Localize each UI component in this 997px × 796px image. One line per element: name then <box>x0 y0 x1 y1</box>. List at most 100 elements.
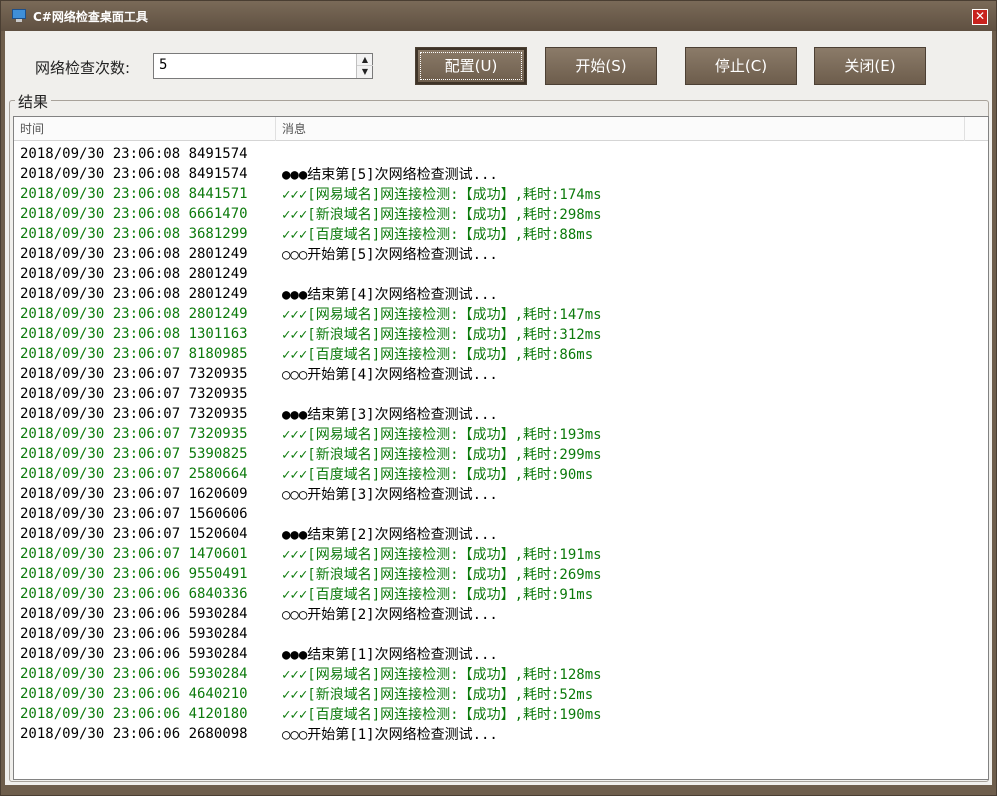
table-row[interactable]: 2018/09/30 23:06:08 2801249 ○○○开始第[5]次网络检… <box>14 244 988 264</box>
row-message-cell: ✓✓✓[百度域名]网连接检测:【成功】,耗时:86ms <box>282 347 594 363</box>
table-row[interactable]: 2018/09/30 23:06:08 2801249 <box>14 264 988 284</box>
table-row[interactable]: 2018/09/30 23:06:07 7320935 <box>14 384 988 404</box>
row-time-cell: 2018/09/30 23:06:08 8441571 <box>20 186 248 202</box>
row-time-cell: 2018/09/30 23:06:07 1520604 <box>20 526 248 542</box>
row-time-cell: 2018/09/30 23:06:06 5930284 <box>20 646 248 662</box>
table-row[interactable]: 2018/09/30 23:06:08 1301163 ✓✓✓[新浪域名]网连接检… <box>14 324 988 344</box>
row-message-cell: ✓✓✓[新浪域名]网连接检测:【成功】,耗时:269ms <box>282 567 602 583</box>
spin-up-button[interactable]: ▲ <box>357 54 373 66</box>
table-row[interactable]: 2018/09/30 23:06:06 5930284 ✓✓✓[网易域名]网连接检… <box>14 664 988 684</box>
row-message-cell: ●●●结束第[3]次网络检查测试... <box>282 407 498 423</box>
table-row[interactable]: 2018/09/30 23:06:08 3681299 ✓✓✓[百度域名]网连接检… <box>14 224 988 244</box>
row-time-cell: 2018/09/30 23:06:08 6661470 <box>20 206 248 222</box>
check-count-stepper[interactable]: 5 ▲ ▼ <box>153 53 373 79</box>
table-row[interactable]: 2018/09/30 23:06:07 8180985 ✓✓✓[百度域名]网连接检… <box>14 344 988 364</box>
table-row[interactable]: 2018/09/30 23:06:06 5930284 ○○○开始第[2]次网络检… <box>14 604 988 624</box>
row-message-cell: ✓✓✓[网易域名]网连接检测:【成功】,耗时:128ms <box>282 667 602 683</box>
row-message-cell: ○○○开始第[3]次网络检查测试... <box>282 487 498 503</box>
window-close-button[interactable]: ✕ <box>972 9 988 25</box>
row-message-cell: ○○○开始第[4]次网络检查测试... <box>282 367 498 383</box>
row-message-cell: ✓✓✓[百度域名]网连接检测:【成功】,耗时:190ms <box>282 707 602 723</box>
row-message-cell: ✓✓✓[百度域名]网连接检测:【成功】,耗时:88ms <box>282 227 594 243</box>
row-message-cell: ●●●结束第[2]次网络检查测试... <box>282 527 498 543</box>
table-row[interactable]: 2018/09/30 23:06:08 6661470 ✓✓✓[新浪域名]网连接检… <box>14 204 988 224</box>
table-row[interactable]: 2018/09/30 23:06:07 1560606 <box>14 504 988 524</box>
table-row[interactable]: 2018/09/30 23:06:07 1620609 ○○○开始第[3]次网络检… <box>14 484 988 504</box>
table-row[interactable]: 2018/09/30 23:06:08 8491574 <box>14 144 988 164</box>
table-row[interactable]: 2018/09/30 23:06:06 4640210 ✓✓✓[新浪域名]网连接检… <box>14 684 988 704</box>
stop-button[interactable]: 停止(C) <box>685 47 797 85</box>
list-header: 时间 消息 <box>14 117 988 141</box>
start-button[interactable]: 开始(S) <box>545 47 657 85</box>
table-row[interactable]: 2018/09/30 23:06:08 2801249 ✓✓✓[网易域名]网连接检… <box>14 304 988 324</box>
spin-down-button[interactable]: ▼ <box>357 66 373 78</box>
table-row[interactable]: 2018/09/30 23:06:06 5930284 <box>14 624 988 644</box>
column-header-time[interactable]: 时间 <box>14 117 276 141</box>
row-message-cell: ✓✓✓[新浪域名]网连接检测:【成功】,耗时:299ms <box>282 447 602 463</box>
row-time-cell: 2018/09/30 23:06:06 4640210 <box>20 686 248 702</box>
row-time-cell: 2018/09/30 23:06:06 5930284 <box>20 666 248 682</box>
row-message-cell: ✓✓✓[网易域名]网连接检测:【成功】,耗时:191ms <box>282 547 602 563</box>
table-row[interactable]: 2018/09/30 23:06:07 2580664 ✓✓✓[百度域名]网连接检… <box>14 464 988 484</box>
row-time-cell: 2018/09/30 23:06:07 1470601 <box>20 546 248 562</box>
row-time-cell: 2018/09/30 23:06:07 8180985 <box>20 346 248 362</box>
client-area: 网络检查次数: 5 ▲ ▼ 配置(U) 开始(S) 停止(C) 关闭(E) 结果… <box>5 31 992 785</box>
row-time-cell: 2018/09/30 23:06:08 3681299 <box>20 226 248 242</box>
table-row[interactable]: 2018/09/30 23:06:06 9550491 ✓✓✓[新浪域名]网连接检… <box>14 564 988 584</box>
row-message-cell: ✓✓✓[新浪域名]网连接检测:【成功】,耗时:312ms <box>282 327 602 343</box>
row-time-cell: 2018/09/30 23:06:06 2680098 <box>20 726 248 742</box>
row-time-cell: 2018/09/30 23:06:08 2801249 <box>20 286 248 302</box>
row-message-cell: ○○○开始第[2]次网络检查测试... <box>282 607 498 623</box>
check-count-value[interactable]: 5 <box>159 57 167 73</box>
results-list[interactable]: 时间 消息 2018/09/30 23:06:08 8491574 2018/09… <box>13 116 989 780</box>
status-bar <box>1 785 996 795</box>
row-time-cell: 2018/09/30 23:06:07 2580664 <box>20 466 248 482</box>
table-row[interactable]: 2018/09/30 23:06:06 5930284 ●●●结束第[1]次网络检… <box>14 644 988 664</box>
column-header-message[interactable]: 消息 <box>276 117 965 141</box>
app-window: C#网络检查桌面工具 ✕ 网络检查次数: 5 ▲ ▼ 配置(U) 开始(S) 停… <box>0 0 997 796</box>
row-message-cell: ✓✓✓[百度域名]网连接检测:【成功】,耗时:90ms <box>282 467 594 483</box>
row-message-cell: ✓✓✓[网易域名]网连接检测:【成功】,耗时:147ms <box>282 307 602 323</box>
column-header-filler <box>965 117 988 141</box>
window-title: C#网络检查桌面工具 <box>33 9 148 24</box>
table-row[interactable]: 2018/09/30 23:06:06 2680098 ○○○开始第[1]次网络检… <box>14 724 988 744</box>
row-time-cell: 2018/09/30 23:06:08 8491574 <box>20 146 248 162</box>
row-time-cell: 2018/09/30 23:06:07 7320935 <box>20 406 248 422</box>
row-message-cell: ●●●结束第[1]次网络检查测试... <box>282 647 498 663</box>
row-time-cell: 2018/09/30 23:06:07 7320935 <box>20 366 248 382</box>
table-row[interactable]: 2018/09/30 23:06:07 7320935 ○○○开始第[4]次网络检… <box>14 364 988 384</box>
row-time-cell: 2018/09/30 23:06:06 6840336 <box>20 586 248 602</box>
row-message-cell: ✓✓✓[新浪域名]网连接检测:【成功】,耗时:52ms <box>282 687 594 703</box>
table-row[interactable]: 2018/09/30 23:06:08 2801249 ●●●结束第[4]次网络检… <box>14 284 988 304</box>
row-message-cell: ✓✓✓[新浪域名]网连接检测:【成功】,耗时:298ms <box>282 207 602 223</box>
row-message-cell: ○○○开始第[1]次网络检查测试... <box>282 727 498 743</box>
row-time-cell: 2018/09/30 23:06:07 7320935 <box>20 386 248 402</box>
table-row[interactable]: 2018/09/30 23:06:06 6840336 ✓✓✓[百度域名]网连接检… <box>14 584 988 604</box>
spin-buttons: ▲ ▼ <box>356 54 373 78</box>
row-time-cell: 2018/09/30 23:06:08 2801249 <box>20 246 248 262</box>
row-time-cell: 2018/09/30 23:06:08 2801249 <box>20 306 248 322</box>
row-message-cell: ○○○开始第[5]次网络检查测试... <box>282 247 498 263</box>
row-time-cell: 2018/09/30 23:06:06 9550491 <box>20 566 248 582</box>
row-message-cell: ✓✓✓[网易域名]网连接检测:【成功】,耗时:193ms <box>282 427 602 443</box>
table-row[interactable]: 2018/09/30 23:06:07 5390825 ✓✓✓[新浪域名]网连接检… <box>14 444 988 464</box>
check-count-label: 网络检查次数: <box>35 59 131 77</box>
table-row[interactable]: 2018/09/30 23:06:06 4120180 ✓✓✓[百度域名]网连接检… <box>14 704 988 724</box>
row-message-cell: ●●●结束第[5]次网络检查测试... <box>282 167 498 183</box>
table-row[interactable]: 2018/09/30 23:06:07 1470601 ✓✓✓[网易域名]网连接检… <box>14 544 988 564</box>
table-row[interactable]: 2018/09/30 23:06:07 7320935 ✓✓✓[网易域名]网连接检… <box>14 424 988 444</box>
table-row[interactable]: 2018/09/30 23:06:07 1520604 ●●●结束第[2]次网络检… <box>14 524 988 544</box>
table-row[interactable]: 2018/09/30 23:06:08 8491574 ●●●结束第[5]次网络检… <box>14 164 988 184</box>
config-button[interactable]: 配置(U) <box>415 47 527 85</box>
table-row[interactable]: 2018/09/30 23:06:08 8441571 ✓✓✓[网易域名]网连接检… <box>14 184 988 204</box>
row-message-cell: ✓✓✓[网易域名]网连接检测:【成功】,耗时:174ms <box>282 187 602 203</box>
row-time-cell: 2018/09/30 23:06:08 2801249 <box>20 266 248 282</box>
row-time-cell: 2018/09/30 23:06:06 4120180 <box>20 706 248 722</box>
title-bar[interactable]: C#网络检查桌面工具 ✕ <box>1 1 996 31</box>
row-time-cell: 2018/09/30 23:06:07 1620609 <box>20 486 248 502</box>
table-row[interactable]: 2018/09/30 23:06:07 7320935 ●●●结束第[3]次网络检… <box>14 404 988 424</box>
row-time-cell: 2018/09/30 23:06:06 5930284 <box>20 626 248 642</box>
close-button[interactable]: 关闭(E) <box>814 47 926 85</box>
row-time-cell: 2018/09/30 23:06:07 1560606 <box>20 506 248 522</box>
row-time-cell: 2018/09/30 23:06:08 1301163 <box>20 326 248 342</box>
